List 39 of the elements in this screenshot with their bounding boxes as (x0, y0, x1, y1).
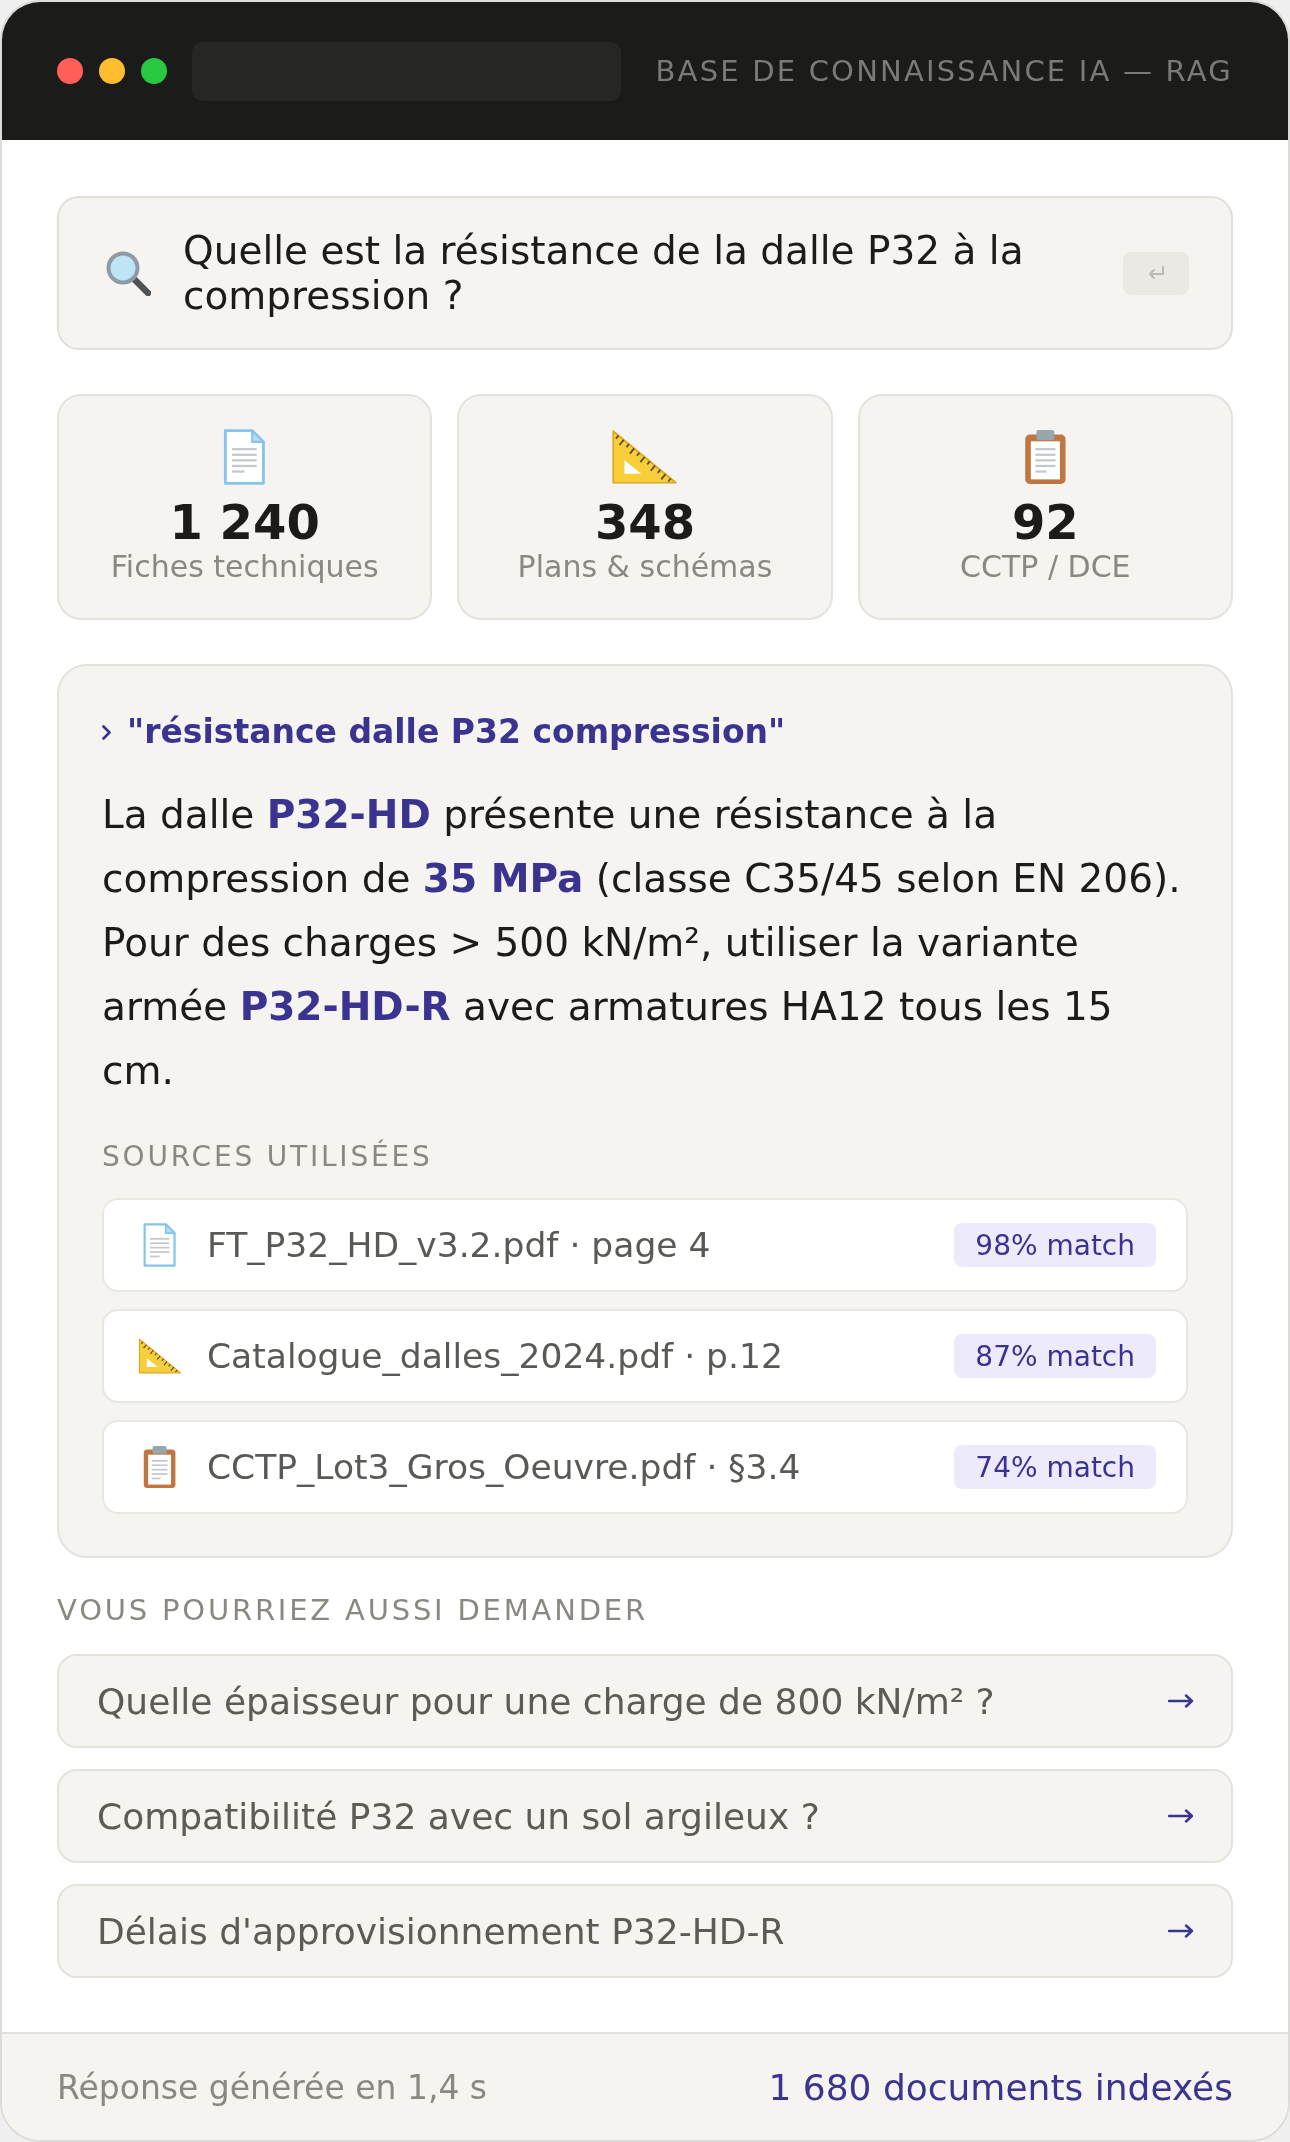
stat-label: Fiches techniques (110, 549, 379, 585)
window-title: BASE DE CONNAISSANCE IA — RAG (655, 54, 1233, 88)
match-score: 98% match (954, 1223, 1156, 1267)
sources-heading: SOURCES UTILISÉES (102, 1140, 434, 1174)
arrow-right-icon (1168, 1924, 1194, 1938)
arrow-right-icon (1168, 1809, 1194, 1823)
search-icon (105, 250, 151, 296)
stat-value: 1 240 (169, 495, 320, 549)
document-icon (222, 429, 268, 485)
chevron-icon (102, 724, 111, 740)
indexed-count: 1 680 documents indexés (768, 2066, 1233, 2108)
search-terms: "résistance dalle P32 compression" (127, 712, 786, 752)
stat-label: Plans & schémas (517, 549, 773, 585)
suggestion-button[interactable]: Compatibilité P32 avec un sol argileux ? (57, 1769, 1233, 1863)
search-field[interactable]: Quelle est la résistance de la dalle P32 à la compression ? (57, 196, 1233, 350)
source-filename: CCTP_Lot3_Gros_Oeuvre.pdf · §3.4 (207, 1447, 802, 1487)
window-close-button[interactable] (57, 58, 83, 84)
return-icon (1147, 266, 1165, 280)
document-icon (142, 1223, 178, 1267)
arrow-right-icon (1168, 1694, 1194, 1708)
suggestion-button[interactable]: Délais d'approvisionnement P32-HD-R (57, 1884, 1233, 1978)
clipboard-icon (1022, 429, 1068, 485)
source-item[interactable]: CCTP_Lot3_Gros_Oeuvre.pdf · §3.4 74% match (102, 1420, 1188, 1514)
match-score: 74% match (954, 1445, 1156, 1489)
suggestion-button[interactable]: Quelle épaisseur pour une charge de 800 kN/m² ? (57, 1654, 1233, 1748)
source-filename: Catalogue_dalles_2024.pdf · p.12 (207, 1336, 784, 1376)
window-maximize-button[interactable] (141, 58, 167, 84)
match-score: 87% match (954, 1334, 1156, 1378)
stat-value: 348 (594, 495, 696, 549)
window-minimize-button[interactable] (99, 58, 125, 84)
generation-time: Réponse générée en 1,4 s (57, 2067, 488, 2107)
clipboard-icon (142, 1445, 178, 1489)
stat-label: CCTP / DCE (960, 549, 1131, 585)
stat-value: 92 (1011, 495, 1079, 549)
source-item[interactable]: FT_P32_HD_v3.2.pdf · page 4 98% match (102, 1198, 1188, 1292)
suggestions-heading: VOUS POURRIEZ AUSSI DEMANDER (57, 1593, 649, 1627)
source-item[interactable]: Catalogue_dalles_2024.pdf · p.12 87% match (102, 1309, 1188, 1403)
answer-text: La dalle P32-HD présente une résistance à la compression de 35 MPa (classe C35/45 selon EN 206). Pour des charges > 500 kN/m², utiliser la variante armée P32-HD-R avec armatures HA12 tous les 15 cm. (102, 791, 1182, 1095)
source-filename: FT_P32_HD_v3.2.pdf · page 4 (207, 1225, 712, 1265)
